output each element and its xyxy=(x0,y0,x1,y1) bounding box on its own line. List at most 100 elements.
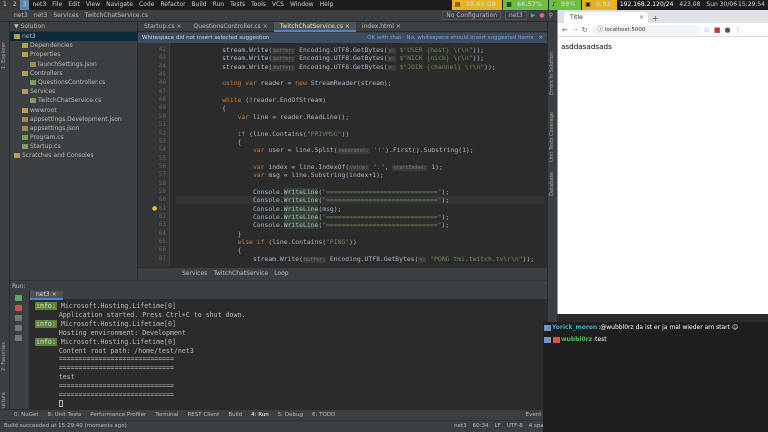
star-icon[interactable]: ☆ xyxy=(704,26,710,34)
menu-file[interactable]: File xyxy=(49,0,65,10)
breadcrumb-method[interactable]: Loop xyxy=(274,270,288,277)
tree-item[interactable]: Scratches and Consoles xyxy=(10,151,137,160)
tree-item[interactable]: launchSettings.json xyxy=(10,60,137,69)
forward-icon[interactable]: → xyxy=(572,26,578,34)
tab-twitch-chat-service[interactable]: TwitchChatService.cs × xyxy=(273,22,356,32)
menu-window[interactable]: Window xyxy=(287,0,317,10)
stop-icon[interactable] xyxy=(15,305,22,311)
code-line[interactable]: stream.Write(buffer: Encoding.UTF8.GetBy… xyxy=(176,63,496,71)
tool-tab-todo[interactable]: 6: TODO xyxy=(312,412,335,418)
run-config-tab[interactable]: net3 × xyxy=(30,291,63,300)
menu-refactor[interactable]: Refactor xyxy=(157,0,188,10)
breadcrumb-class[interactable]: TwitchChatService xyxy=(213,270,268,277)
code-line[interactable]: { xyxy=(176,104,226,112)
tool-tab-terminal[interactable]: Terminal xyxy=(155,412,178,418)
menu-help[interactable]: Help xyxy=(317,0,337,10)
tool-tab-debug[interactable]: 5: Debug xyxy=(278,412,303,418)
menu-view[interactable]: View xyxy=(83,0,103,10)
nav-project[interactable]: net3 xyxy=(14,12,28,19)
warning-alt-link[interactable]: No, whitespace should insert suggested i… xyxy=(406,33,533,43)
warning-ok-link[interactable]: OK with that xyxy=(367,33,401,43)
database-tool-tab[interactable]: Database xyxy=(549,172,555,196)
tool-tab-build[interactable]: Build xyxy=(228,412,242,418)
tree-item[interactable]: Dependencies xyxy=(10,41,137,50)
code-line[interactable]: Console.WriteLine(msg); xyxy=(176,204,341,213)
close-icon[interactable]: × xyxy=(538,33,543,43)
tab-questions-controller[interactable]: QuestionsController.cs × xyxy=(188,22,274,32)
workspace-1[interactable]: 1 xyxy=(0,0,10,10)
nav-file[interactable]: TwitchChatService.cs xyxy=(85,12,148,19)
code-line[interactable]: stream.Write(buffer: Encoding.UTF8.GetBy… xyxy=(176,54,484,63)
tab-index-html[interactable]: index.html × xyxy=(356,22,407,32)
workspace-3[interactable]: 3 xyxy=(19,0,30,10)
tree-item[interactable]: appsettings.Development.json xyxy=(10,115,137,124)
tool-tab-unit-tests[interactable]: 8: Unit Tests xyxy=(48,412,82,418)
tree-item[interactable]: QuestionsController.cs xyxy=(10,78,137,87)
code-line[interactable]: Console.WriteLine("=====================… xyxy=(176,221,449,230)
explorer-tool-tab[interactable]: 1: Explorer xyxy=(1,42,7,69)
code-line[interactable]: var msg = line.Substring(index+1); xyxy=(176,171,384,179)
nav-folder[interactable]: Services xyxy=(53,12,78,19)
code-editor[interactable]: 42 43 44 45 46 47 48 49 50 51 52 53 54 55 56 57 58 59 60 61… xyxy=(138,43,547,267)
menu-navigate[interactable]: Navigate xyxy=(103,0,136,10)
tree-item[interactable]: TwitchChatService.cs xyxy=(10,96,137,105)
rerun-icon[interactable] xyxy=(15,295,22,301)
code-line[interactable]: var user = line.Split(separator: '!').Fi… xyxy=(176,146,474,155)
tool-tab-profiler[interactable]: Performance Profiler xyxy=(90,412,146,418)
status-config[interactable]: net3 xyxy=(454,421,467,432)
tree-item[interactable]: wwwroot xyxy=(10,106,137,115)
code-line[interactable]: } xyxy=(176,230,242,238)
menu-run[interactable]: Run xyxy=(210,0,228,10)
new-tab-icon[interactable]: + xyxy=(652,14,659,23)
code-line[interactable]: Console.WriteLine("=====================… xyxy=(176,187,449,196)
config-select[interactable]: net3 xyxy=(505,11,527,20)
code-line[interactable]: stream.Write(buffer: Encoding.UTF8.GetBy… xyxy=(176,46,484,54)
nav-module[interactable]: net3 xyxy=(34,12,48,19)
file-encoding[interactable]: UTF-8 xyxy=(507,421,523,432)
workspace-2[interactable]: 2 xyxy=(9,0,20,10)
code-line[interactable]: { xyxy=(176,138,242,146)
extension-icon[interactable]: ■ xyxy=(714,26,721,34)
reload-icon[interactable]: ↻ xyxy=(582,26,588,34)
tree-item[interactable]: appsettings.json xyxy=(10,124,137,133)
code-line[interactable]: while (!reader.EndOfStream) xyxy=(176,96,326,104)
code-line[interactable]: else if (line.Contains("PING")) xyxy=(176,238,357,246)
tree-item[interactable]: Program.cs xyxy=(10,133,137,142)
code-line[interactable]: var line = reader.ReadLine(); xyxy=(176,113,350,121)
caret-position[interactable]: 60:34 xyxy=(473,421,489,432)
code-line[interactable]: Console.WriteLine("=====================… xyxy=(176,196,544,205)
menu-icon[interactable]: ⋮ xyxy=(735,26,742,34)
tree-item[interactable]: net3 xyxy=(10,32,137,42)
tree-item[interactable]: Properties xyxy=(10,50,137,59)
tool-tab-nuget[interactable]: 0: NuGet xyxy=(14,412,39,418)
restore-layout-icon[interactable] xyxy=(15,315,22,321)
address-bar[interactable]: ⓘ localhost:5000 xyxy=(591,24,700,35)
back-icon[interactable]: ← xyxy=(562,26,568,34)
project-panel-title[interactable]: Solution xyxy=(21,23,45,30)
run-icon[interactable]: ▶ xyxy=(531,12,536,19)
coverage-tool-tab[interactable]: Unit Tests Coverage xyxy=(549,112,555,162)
close-icon[interactable]: × xyxy=(639,12,644,23)
settings-icon[interactable] xyxy=(15,335,22,341)
favorites-tool-tab[interactable]: 2: Favorites xyxy=(1,342,7,371)
code-line[interactable]: var index = line.IndexOf(value: ":", sta… xyxy=(176,163,443,171)
code-line[interactable]: if (line.Contains("PRIVMSG")) xyxy=(176,130,350,138)
debug-icon[interactable]: ● xyxy=(539,12,544,19)
menu-code[interactable]: Code xyxy=(136,0,157,10)
run-console[interactable]: info: Microsoft.Hosting.Lifetime[0] Appl… xyxy=(30,300,547,411)
code-line[interactable]: { xyxy=(176,246,242,254)
lightbulb-icon[interactable]: ● xyxy=(152,205,157,212)
tab-startup[interactable]: Startup.cs × xyxy=(138,22,188,32)
search-icon[interactable]: ⚲ xyxy=(549,12,553,19)
menu-tools[interactable]: Tools xyxy=(248,0,269,10)
errors-tool-tab[interactable]: Errors In Solution xyxy=(549,52,555,95)
breadcrumb-services[interactable]: Services xyxy=(182,270,207,277)
code-line[interactable]: stream.Write(buffer: Encoding.UTF8.GetBy… xyxy=(176,255,534,263)
menu-build[interactable]: Build xyxy=(189,0,210,10)
code-line[interactable]: using var reader = new StreamReader(stre… xyxy=(176,79,391,87)
run-configuration-select[interactable]: No Configuration xyxy=(442,11,502,20)
menu-tests[interactable]: Tests xyxy=(227,0,248,10)
tree-item[interactable]: Controllers xyxy=(10,69,137,78)
code-line[interactable]: Console.WriteLine("=====================… xyxy=(176,213,449,221)
menu-edit[interactable]: Edit xyxy=(65,0,83,10)
